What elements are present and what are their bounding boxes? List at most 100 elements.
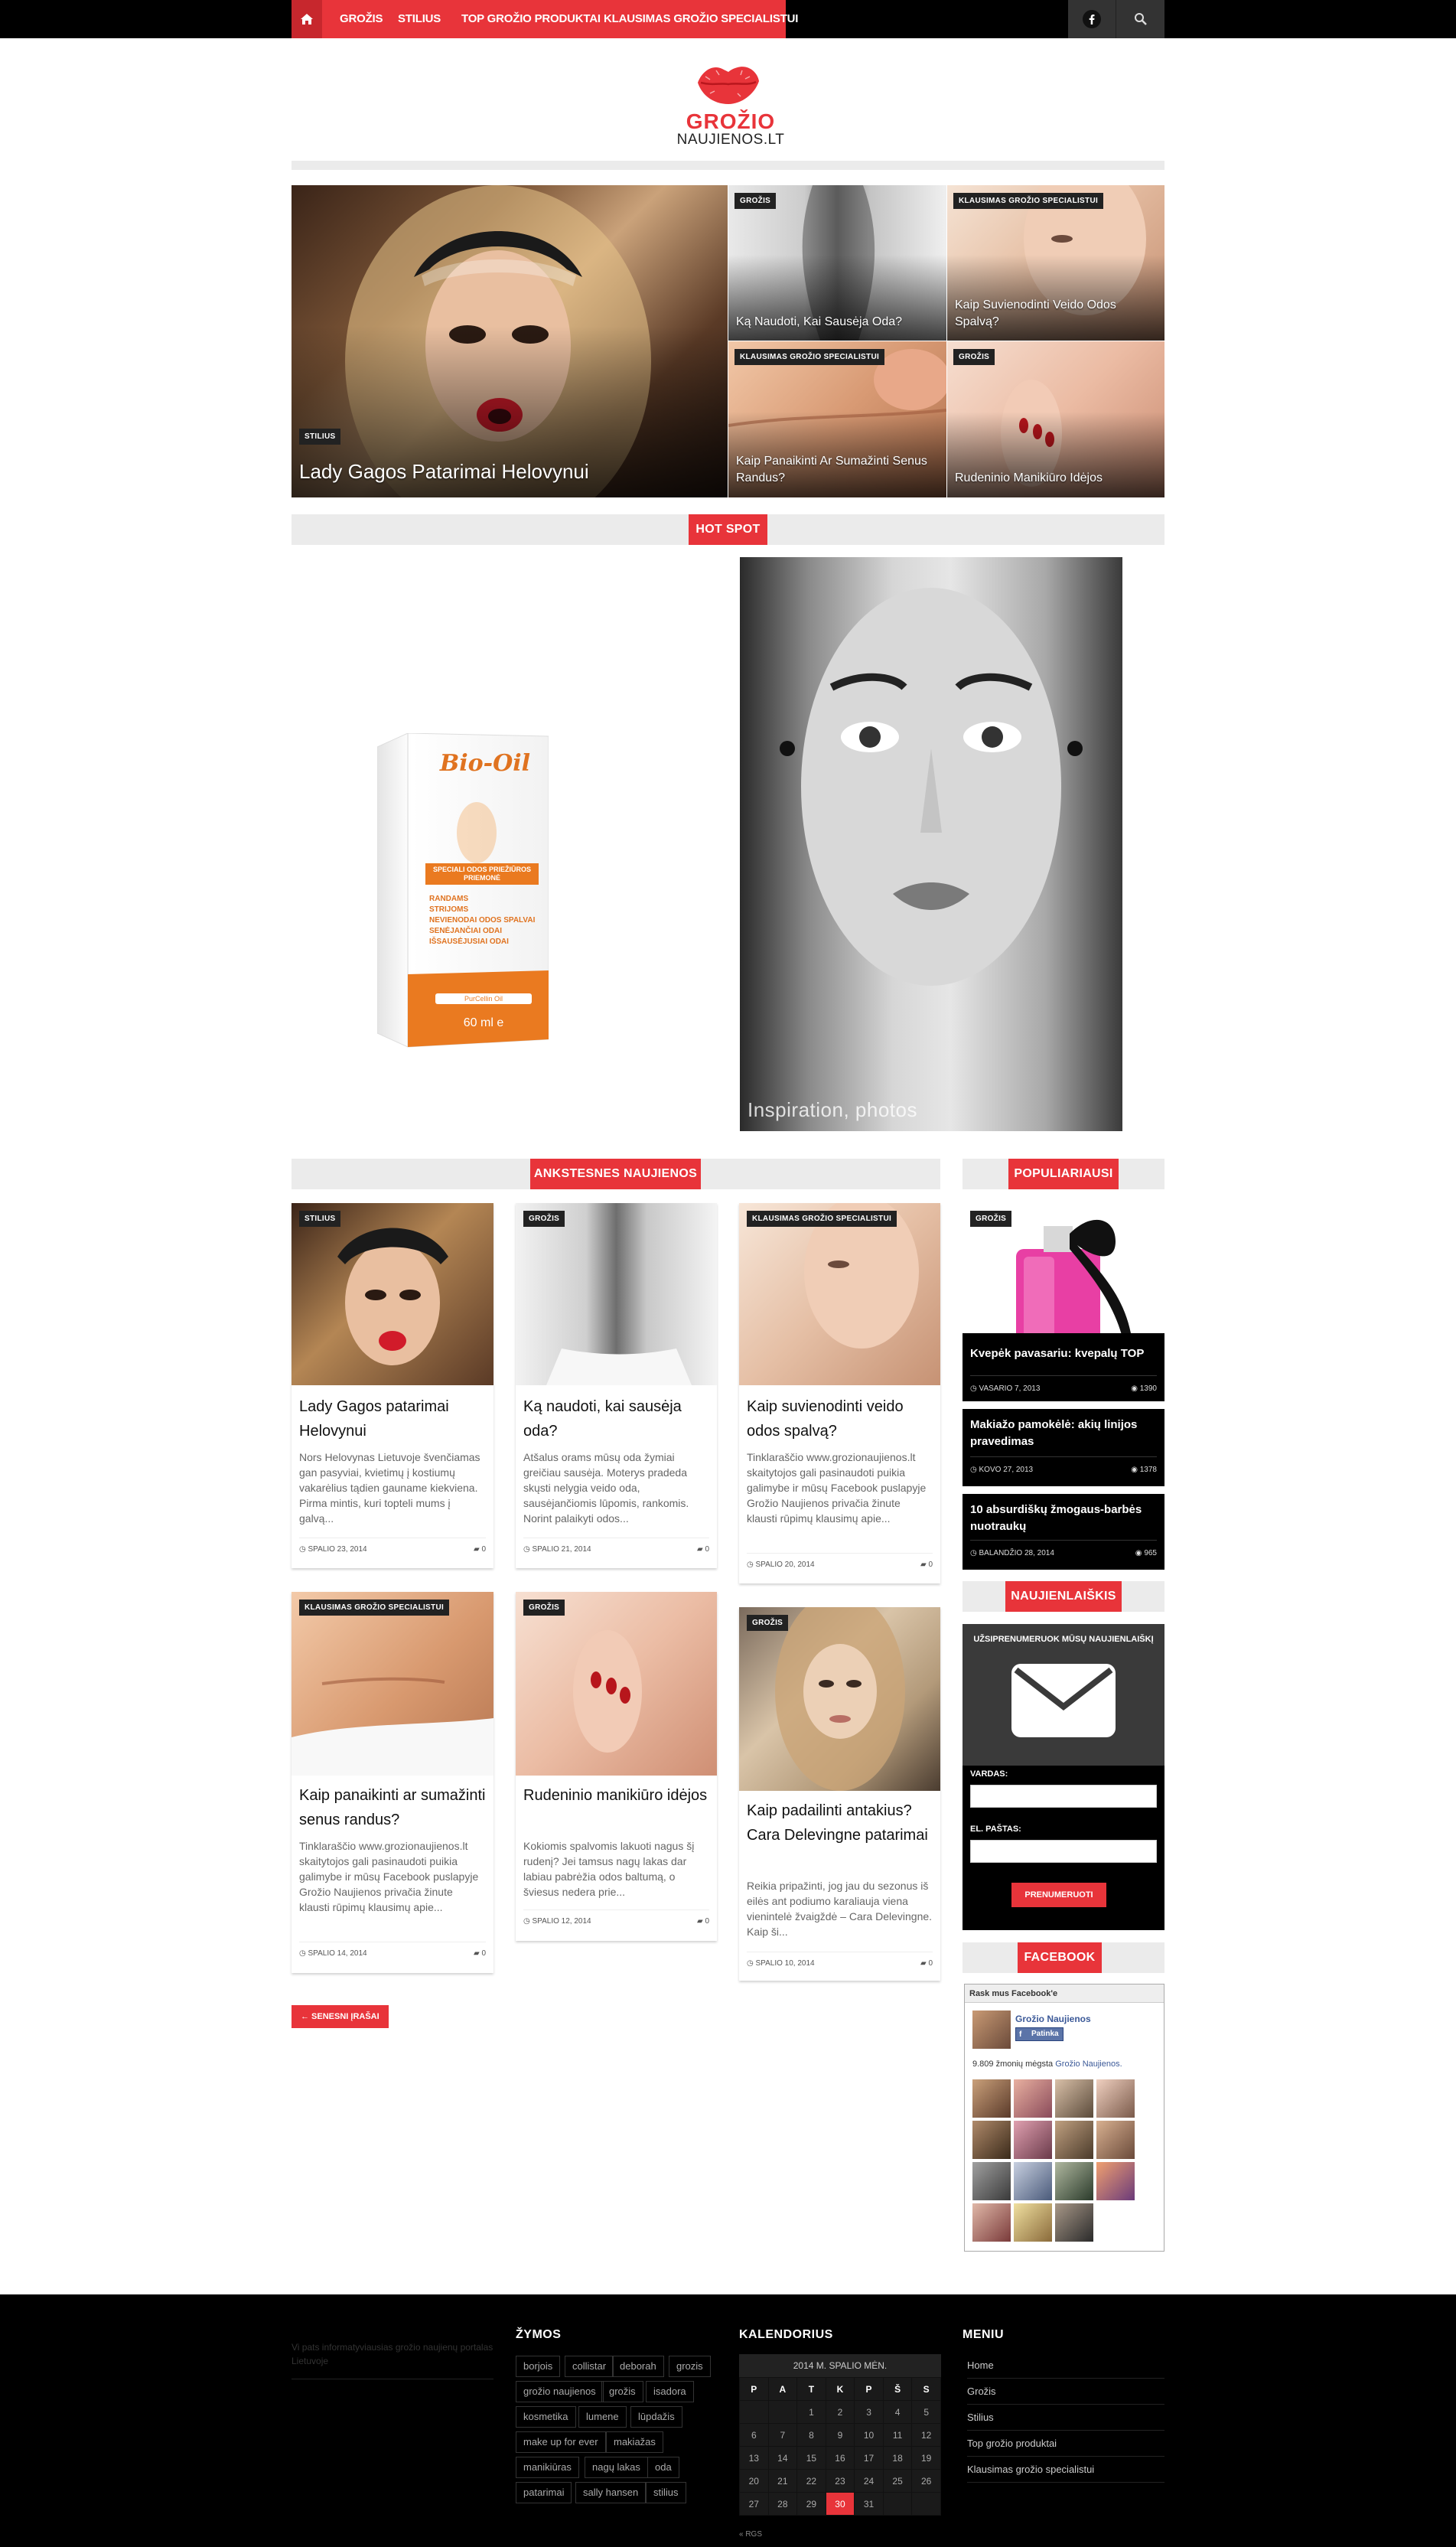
fan-avatar[interactable] — [1014, 2079, 1052, 2118]
calendar-day[interactable]: 17 — [854, 2446, 884, 2470]
featured-item-4-title[interactable]: Rudeninio Manikiūro Idėjos — [955, 470, 1158, 487]
newsletter-email-input[interactable] — [970, 1840, 1157, 1863]
facebook-like-button[interactable]: f Patinka — [1015, 2027, 1063, 2041]
calendar-day[interactable]: 28 — [767, 2492, 798, 2516]
calendar-day[interactable]: 5 — [911, 2400, 941, 2424]
featured-item-3-title[interactable]: Kaip Panaikinti Ar Sumažinti Senus Randu… — [736, 453, 939, 487]
home-icon[interactable] — [292, 0, 322, 38]
calendar-day[interactable]: 15 — [796, 2446, 826, 2470]
post-title[interactable]: Kaip padailinti antakius? Cara Delevingn… — [747, 1799, 933, 1847]
calendar-day[interactable]: 31 — [854, 2492, 884, 2516]
comment-count[interactable]: ▰ 0 — [474, 1538, 486, 1561]
calendar-day[interactable]: 30 — [825, 2492, 855, 2516]
popular-title[interactable]: Makiažo pamokėlė: akių linijos pravedima… — [970, 1417, 1157, 1450]
fan-avatar[interactable] — [1055, 2079, 1093, 2118]
popular-title[interactable]: 10 absurdiškų žmogaus-barbės nuotraukų — [970, 1502, 1157, 1535]
calendar-day[interactable]: 1 — [796, 2400, 826, 2424]
tag-link[interactable]: lūpdažis — [630, 2406, 682, 2428]
calendar-prev-link[interactable]: « RGS — [739, 2530, 762, 2539]
facebook-page-name[interactable]: Grožio Naujienos — [1015, 2014, 1091, 2024]
calendar-day[interactable]: 25 — [882, 2469, 913, 2493]
calendar-day[interactable]: 19 — [911, 2446, 941, 2470]
featured-item-1-title[interactable]: Ką Naudoti, Kai Sausėja Oda? — [736, 314, 939, 331]
menu-item-top-produktai[interactable]: TOP GROŽIO PRODUKTAI — [453, 0, 609, 38]
tag-link[interactable]: grožio naujienos — [516, 2381, 604, 2402]
featured-item-4-tag[interactable]: GROŽIS — [953, 349, 995, 365]
post-card[interactable]: GROŽIS Rudeninio manikiūro idėjos Kokiom… — [516, 1592, 717, 1941]
fan-avatar[interactable] — [1055, 2121, 1093, 2159]
calendar-day[interactable]: 3 — [854, 2400, 884, 2424]
footer-menu-item[interactable]: Klausimas grožio specialistui — [967, 2457, 1164, 2483]
featured-main-title[interactable]: Lady Gagos Patarimai Helovynui — [299, 459, 589, 484]
post-card[interactable]: KLAUSIMAS GROŽIO SPECIALISTUI Kaip panai… — [292, 1592, 493, 1973]
post-thumbnail[interactable] — [292, 1203, 493, 1385]
calendar-day[interactable]: 23 — [825, 2469, 855, 2493]
comment-count[interactable]: ▰ 0 — [920, 1554, 933, 1577]
calendar-day[interactable]: 21 — [767, 2469, 798, 2493]
post-card[interactable]: STILIUS Lady Gagos patarimai Helovynui N… — [292, 1203, 493, 1568]
tag-link[interactable]: patarimai — [516, 2482, 572, 2503]
popular-item[interactable]: Makiažo pamokėlė: akių linijos pravedima… — [963, 1409, 1164, 1486]
facebook-page-avatar[interactable] — [972, 2011, 1011, 2049]
calendar-day[interactable]: 22 — [796, 2469, 826, 2493]
tag-link[interactable]: make up for ever — [516, 2431, 606, 2453]
featured-item-1-tag[interactable]: GROŽIS — [735, 193, 777, 209]
fan-avatar[interactable] — [972, 2121, 1011, 2159]
post-thumbnail[interactable] — [292, 1592, 493, 1776]
older-posts-button[interactable]: ← SENESNI ĮRAŠAI — [292, 2005, 389, 2028]
fan-avatar[interactable] — [972, 2162, 1011, 2200]
fan-avatar[interactable] — [1055, 2203, 1093, 2242]
post-tag[interactable]: GROŽIS — [747, 1615, 789, 1631]
post-thumbnail[interactable] — [516, 1592, 717, 1776]
calendar-day[interactable]: 9 — [825, 2423, 855, 2447]
facebook-fan-page-link[interactable]: Grožio Naujienos. — [1055, 2059, 1122, 2069]
comment-count[interactable]: ▰ 0 — [697, 1910, 709, 1933]
tag-link[interactable]: kosmetika — [516, 2406, 576, 2428]
fan-avatar[interactable] — [1014, 2162, 1052, 2200]
post-tag[interactable]: STILIUS — [299, 1211, 341, 1227]
fan-avatar[interactable] — [1096, 2121, 1135, 2159]
calendar-day[interactable]: 16 — [825, 2446, 855, 2470]
footer-menu-item[interactable]: Stilius — [967, 2405, 1164, 2431]
calendar-day[interactable]: 2 — [825, 2400, 855, 2424]
calendar-day[interactable]: 13 — [739, 2446, 769, 2470]
featured-item-4[interactable]: GROŽIS Rudeninio Manikiūro Idėjos — [947, 341, 1164, 497]
calendar-day[interactable]: 7 — [767, 2423, 798, 2447]
popular-title[interactable]: Kvepėk pavasariu: kvepalų TOP — [970, 1345, 1157, 1362]
post-tag[interactable]: KLAUSIMAS GROŽIO SPECIALISTUI — [299, 1600, 450, 1616]
comment-count[interactable]: ▰ 0 — [474, 1942, 486, 1965]
tag-link[interactable]: sally hansen — [575, 2482, 647, 2503]
post-card[interactable]: GROŽIS Ką naudoti, kai sausėja oda? Atša… — [516, 1203, 717, 1568]
calendar-day[interactable]: 26 — [911, 2469, 941, 2493]
post-thumbnail[interactable] — [739, 1203, 940, 1385]
footer-menu-item[interactable]: Grožis — [967, 2379, 1164, 2405]
post-thumbnail[interactable] — [739, 1607, 940, 1791]
calendar-day[interactable]: 20 — [739, 2469, 769, 2493]
post-title[interactable]: Kaip panaikinti ar sumažinti senus randu… — [299, 1783, 486, 1832]
subscribe-button[interactable]: PRENUMERUOTI — [1011, 1883, 1106, 1907]
featured-item-1[interactable]: GROŽIS Ką Naudoti, Kai Sausėja Oda? — [728, 185, 946, 341]
post-tag[interactable]: GROŽIS — [523, 1211, 565, 1227]
popular-item[interactable]: GROŽIS Kvepėk pavasariu: kvepalų TOP ◷ V… — [963, 1203, 1164, 1401]
post-title[interactable]: Lady Gagos patarimai Helovynui — [299, 1394, 486, 1443]
calendar-day[interactable]: 12 — [911, 2423, 941, 2447]
fan-avatar[interactable] — [1096, 2162, 1135, 2200]
featured-item-3[interactable]: KLAUSIMAS GROŽIO SPECIALISTUI Kaip Panai… — [728, 341, 946, 497]
tag-link[interactable]: makiažas — [606, 2431, 663, 2453]
calendar-day[interactable]: 18 — [882, 2446, 913, 2470]
calendar-day[interactable]: 27 — [739, 2492, 769, 2516]
post-thumbnail[interactable] — [516, 1203, 717, 1385]
calendar-day[interactable]: 8 — [796, 2423, 826, 2447]
tag-link[interactable]: oda — [647, 2457, 679, 2478]
fan-avatar[interactable] — [1096, 2079, 1135, 2118]
footer-menu-item[interactable]: Home — [967, 2353, 1164, 2379]
featured-item-3-tag[interactable]: KLAUSIMAS GROŽIO SPECIALISTUI — [735, 349, 885, 365]
tag-link[interactable]: borjois — [516, 2356, 561, 2377]
fan-avatar[interactable] — [972, 2203, 1011, 2242]
featured-item-2-tag[interactable]: KLAUSIMAS GROŽIO SPECIALISTUI — [953, 193, 1104, 209]
calendar-day[interactable]: 4 — [882, 2400, 913, 2424]
featured-main-tag[interactable]: STILIUS — [299, 429, 341, 445]
fan-avatar[interactable] — [972, 2079, 1011, 2118]
post-card[interactable]: KLAUSIMAS GROŽIO SPECIALISTUI Kaip suvie… — [739, 1203, 940, 1583]
calendar-day[interactable]: 10 — [854, 2423, 884, 2447]
